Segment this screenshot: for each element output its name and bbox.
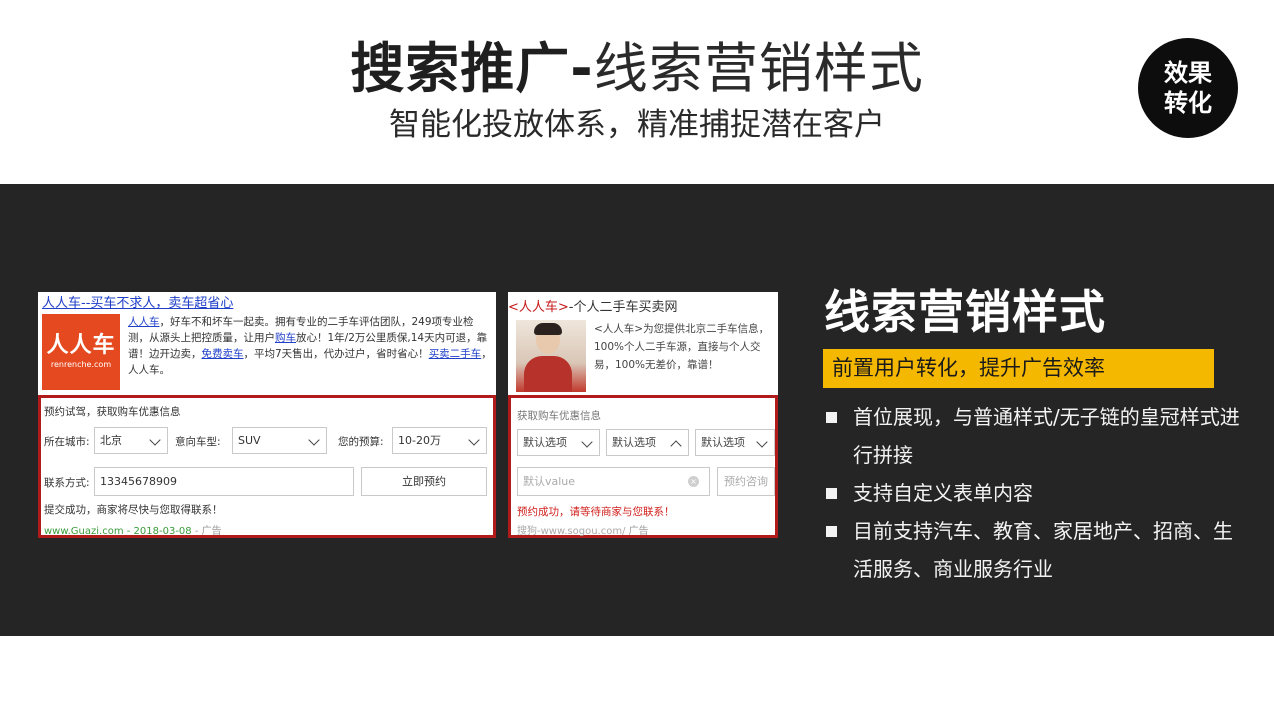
section-title: 线索营销样式 <box>824 285 1106 339</box>
ad-title-brand: <人人车> <box>508 300 569 315</box>
budget-select[interactable]: 10-20万 <box>392 427 487 454</box>
spokesperson-image <box>516 320 586 392</box>
form-heading: 获取购车优惠信息 <box>517 410 601 422</box>
ad-title-link[interactable]: 人人车--买车不求人，卖车超省心 <box>42 292 233 311</box>
contact-input[interactable]: 13345678909 <box>94 467 354 496</box>
feature-text: 支持自定义表单内容 <box>853 481 1033 505</box>
bullet-square-icon <box>826 488 837 499</box>
chevron-down-icon <box>756 436 768 448</box>
bullet-square-icon <box>826 412 837 423</box>
budget-label: 您的预算: <box>338 436 384 448</box>
feature-list: 首位展现，与普通样式/无子链的皇冠样式进行拼接 支持自定义表单内容 目前支持汽车… <box>824 398 1244 588</box>
option-select-2[interactable]: 默认选项 <box>606 429 689 456</box>
ad-tag: - 广告 <box>194 526 222 537</box>
desc-link-buy[interactable]: 购车 <box>275 332 296 344</box>
ad-tag: 广告 <box>628 526 649 537</box>
submit-button[interactable]: 立即预约 <box>361 467 487 496</box>
photo-body <box>524 356 572 392</box>
section-subtitle: 前置用户转化，提升广告效率 <box>823 349 1214 388</box>
chevron-up-icon <box>670 440 682 452</box>
ad-url: www.Guazi.com - 2018-03-08 - 广告 <box>44 522 222 537</box>
city-select[interactable]: 北京 <box>94 427 168 454</box>
effect-conversion-badge: 效果 转化 <box>1138 38 1238 138</box>
page-title-strong: 搜索推广- <box>350 37 594 100</box>
ad-example-left: 人人车--买车不求人，卖车超省心 人人车 renrenche.com 人人车，好… <box>38 292 496 538</box>
page-title: 搜索推广-线索营销样式 <box>0 36 1274 102</box>
page-title-light: 线索营销样式 <box>593 37 924 100</box>
contact-label: 联系方式: <box>44 477 90 489</box>
desc-text-3: ，平均7天售出，代办过户，省时省心！ <box>243 348 429 360</box>
chevron-down-icon <box>308 434 320 446</box>
ad-url: 搜狗-www.sogou.com/ 广告 <box>517 522 649 537</box>
ad-title-link[interactable]: <人人车>-个人二手车买卖网 <box>508 296 678 315</box>
city-label: 所在城市: <box>44 436 90 448</box>
city-value: 北京 <box>100 434 122 447</box>
feature-item: 支持自定义表单内容 <box>824 474 1244 512</box>
option-select-3[interactable]: 默认选项 <box>695 429 775 456</box>
option-select-1-value: 默认选项 <box>523 436 567 449</box>
chevron-down-icon <box>468 434 480 446</box>
chevron-down-icon <box>581 436 593 448</box>
ad-example-right: <人人车>-个人二手车买卖网 <人人车>为您提供北京二手车信息，100%个人二手… <box>508 292 778 538</box>
ad-url-text: 搜狗-www.sogou.com/ <box>517 526 626 537</box>
feature-text: 目前支持汽车、教育、家居地产、招商、生活服务、商业服务行业 <box>853 519 1233 581</box>
ad-url-text: www.Guazi.com - 2018-03-08 <box>44 526 192 537</box>
value-input-placeholder: 默认value <box>523 475 576 488</box>
feature-item: 目前支持汽车、教育、家居地产、招商、生活服务、商业服务行业 <box>824 512 1244 588</box>
lead-form-right: 获取购车优惠信息 默认选项 默认选项 默认选项 默认value × 预约咨询 预… <box>508 395 778 538</box>
renrenche-logo: 人人车 renrenche.com <box>42 314 120 390</box>
bullet-square-icon <box>826 526 837 537</box>
form-heading: 预约试驾，获取购车优惠信息 <box>44 406 181 418</box>
page-subtitle: 智能化投放体系，精准捕捉潜在客户 <box>389 107 885 143</box>
clear-icon[interactable]: × <box>688 476 699 487</box>
ad-description: 人人车，好车不和坏车一起卖。拥有专业的二手车评估团队，249项专业检测，从源头上… <box>128 314 492 378</box>
photo-hair <box>534 323 562 335</box>
desc-link-trade[interactable]: 买卖二手车 <box>429 348 482 360</box>
model-value: SUV <box>238 434 261 447</box>
logo-text: 人人车 <box>46 333 116 358</box>
badge-line-1: 效果 <box>1164 58 1212 87</box>
feature-text: 首位展现，与普通样式/无子链的皇冠样式进行拼接 <box>853 405 1240 467</box>
success-message: 提交成功，商家将尽快与您取得联系！ <box>44 504 223 516</box>
ad-title-rest: -个人二手车买卖网 <box>568 300 678 315</box>
value-input[interactable]: 默认value × <box>517 467 710 496</box>
model-select[interactable]: SUV <box>232 427 327 454</box>
chevron-down-icon <box>149 434 161 446</box>
success-message: 预约成功，请等待商家与您联系！ <box>517 506 675 518</box>
consult-button[interactable]: 预约咨询 <box>717 467 775 496</box>
budget-value: 10-20万 <box>398 434 441 447</box>
option-select-1[interactable]: 默认选项 <box>517 429 600 456</box>
desc-link-brand[interactable]: 人人车 <box>128 316 160 328</box>
feature-item: 首位展现，与普通样式/无子链的皇冠样式进行拼接 <box>824 398 1244 474</box>
option-select-3-value: 默认选项 <box>701 436 745 449</box>
badge-line-2: 转化 <box>1164 88 1212 117</box>
lead-form-left: 预约试驾，获取购车优惠信息 所在城市: 北京 意向车型: SUV 您的预算: 1… <box>38 395 496 538</box>
desc-link-sell[interactable]: 免费卖车 <box>202 348 244 360</box>
ad-description: <人人车>为您提供北京二手车信息，100%个人二手车源，直接与个人交易，100%… <box>594 323 770 371</box>
model-label: 意向车型: <box>175 436 221 448</box>
logo-domain: renrenche.com <box>50 360 112 369</box>
option-select-2-value: 默认选项 <box>612 436 656 449</box>
